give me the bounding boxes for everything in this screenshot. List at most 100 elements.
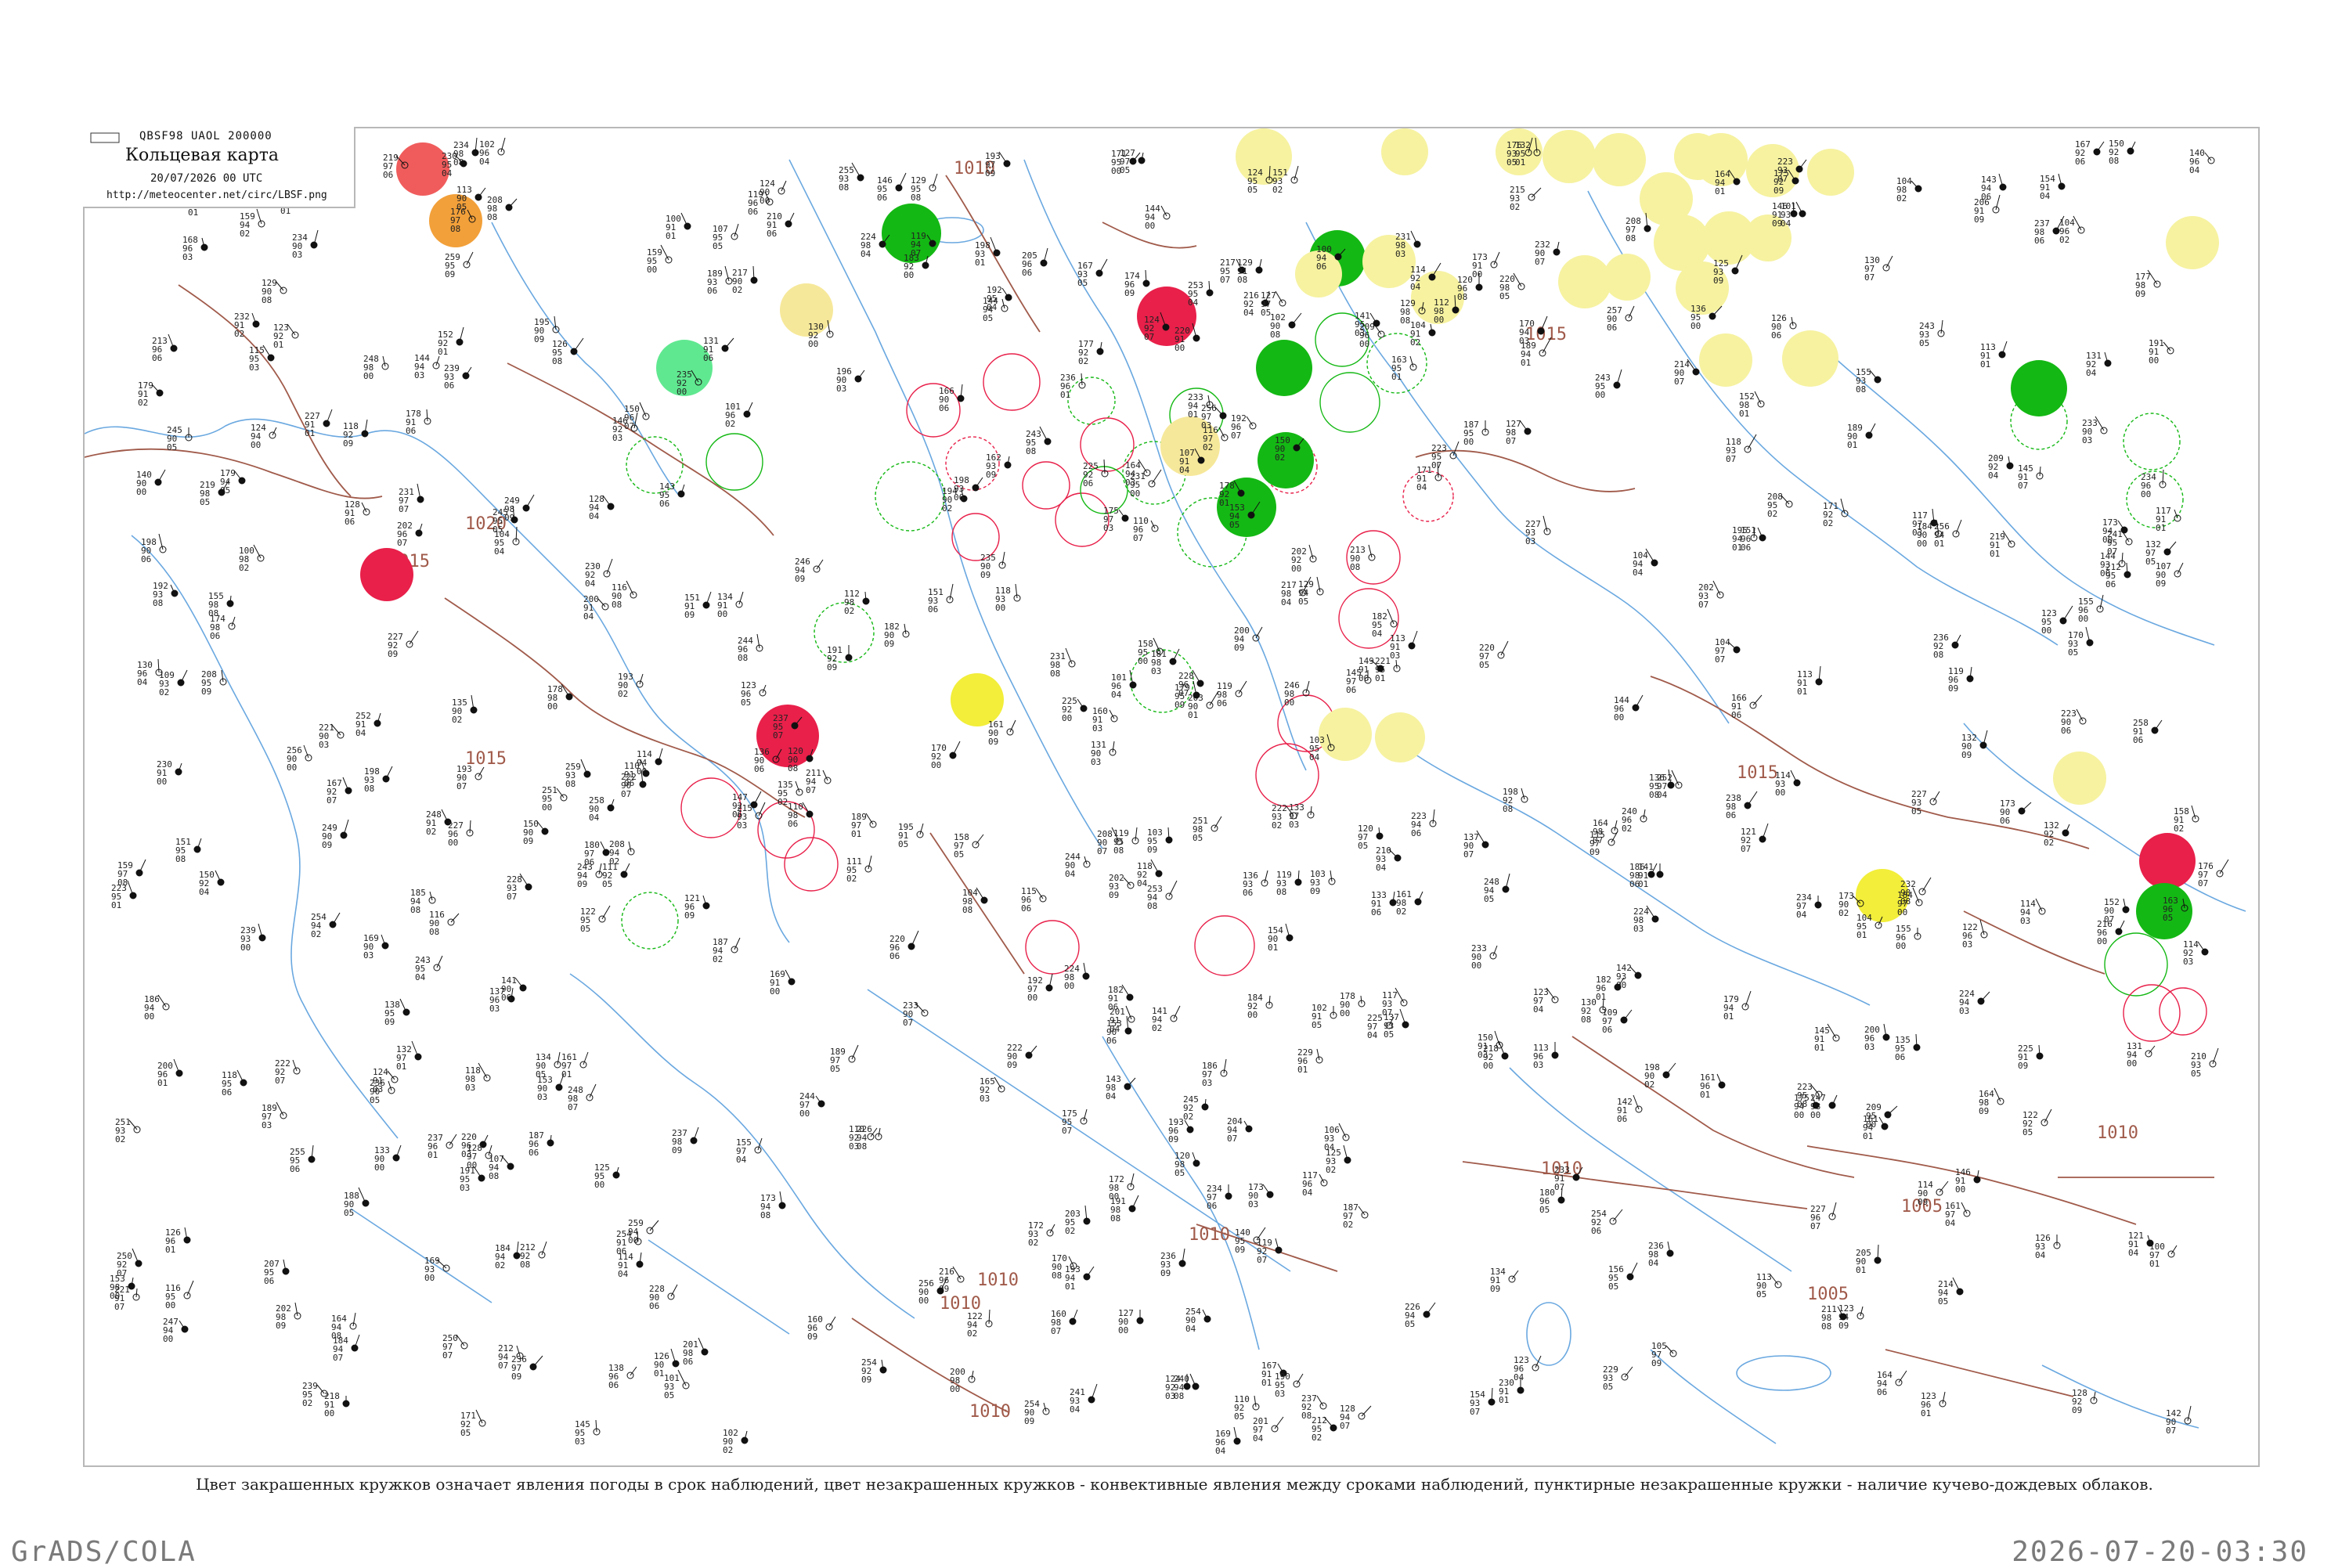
svg-text:04: 04 [1070, 1404, 1081, 1415]
svg-text:00: 00 [136, 487, 146, 497]
svg-text:00: 00 [1775, 788, 1785, 798]
svg-text:06: 06 [683, 1357, 693, 1367]
svg-text:04: 04 [1185, 1324, 1196, 1334]
svg-text:03: 03 [1519, 336, 1529, 346]
station-plot: 1679206 [2075, 139, 2105, 167]
svg-text:08: 08 [1503, 804, 1513, 814]
svg-text:09: 09 [388, 649, 398, 659]
svg-text:05: 05 [460, 1428, 471, 1438]
station-plot: 1779809 [2135, 269, 2161, 299]
station-plot: 1989002 [1644, 1062, 1676, 1090]
svg-text:00: 00 [110, 1291, 120, 1301]
station-plot: 2239406 [1411, 809, 1437, 838]
station-plot: 2139606 [152, 333, 178, 363]
station-plot: 2239507 [1431, 441, 1460, 470]
svg-text:02: 02 [725, 419, 735, 429]
svg-text:09: 09 [1589, 847, 1600, 857]
station-plot: 2459202 [1183, 1094, 1209, 1122]
svg-text:00: 00 [374, 1162, 384, 1173]
svg-text:00: 00 [594, 1180, 604, 1190]
station-plot: 1739100 [1472, 251, 1500, 279]
svg-text:08: 08 [1457, 292, 1467, 302]
svg-text:03: 03 [980, 1094, 990, 1104]
station-plot: 1619802 [1396, 889, 1423, 917]
station-plot: 1729302 [1028, 1220, 1055, 1248]
station-plot: 1009802 [239, 544, 265, 573]
station-plot: 1759507 [1062, 1108, 1088, 1136]
station-plot: 1909503 [1275, 1372, 1304, 1399]
svg-text:03: 03 [363, 950, 373, 961]
svg-text:01: 01 [428, 1150, 438, 1160]
isobar-label: 1010 [1189, 1225, 1230, 1245]
svg-text:00: 00 [424, 1273, 435, 1283]
station-plot: 2279209 [388, 630, 419, 659]
svg-text:07: 07 [1535, 257, 1545, 267]
svg-text:04: 04 [1367, 1030, 1378, 1040]
svg-text:08: 08 [410, 905, 420, 915]
svg-text:00: 00 [950, 1384, 960, 1394]
render-timestamp: 2026-07-20-03:30 [2012, 1536, 2308, 1568]
svg-text:04: 04 [736, 1155, 747, 1165]
svg-text:00: 00 [1614, 712, 1624, 723]
station-plot: 1939401 [1065, 1264, 1095, 1292]
station-plot: 2419304 [1070, 1383, 1098, 1415]
station-plot: 1739408 [760, 1191, 786, 1220]
svg-text:00: 00 [1118, 1325, 1128, 1336]
svg-text:05: 05 [370, 1095, 380, 1105]
station-plot: 1619601 [1700, 1072, 1726, 1100]
map-url[interactable]: http://meteocenter.net/circ/LBSF.png [106, 189, 327, 201]
svg-text:05: 05 [2022, 1127, 2033, 1137]
svg-text:01: 01 [1980, 359, 1990, 369]
svg-text:00: 00 [1291, 564, 1301, 574]
svg-text:06: 06 [1346, 685, 1356, 695]
svg-text:07: 07 [1593, 835, 1603, 845]
station-plot: 2529104 [355, 711, 381, 738]
svg-text:09: 09 [445, 269, 455, 279]
svg-text:08: 08 [1581, 1015, 1591, 1025]
svg-text:03: 03 [1478, 1050, 1488, 1060]
station-plot: 1099706 [1602, 1007, 1633, 1035]
svg-text:05: 05 [713, 241, 723, 251]
station-plot: 1289209 [2072, 1388, 2098, 1415]
svg-text:05: 05 [2191, 1069, 2201, 1079]
station-plot: 1429007 [2166, 1405, 2192, 1436]
svg-text:09: 09 [1979, 1106, 1989, 1116]
station-plot: 1469100 [1955, 1167, 1981, 1195]
station-plot: 2399300 [240, 923, 266, 953]
svg-text:03: 03 [489, 1004, 500, 1014]
fog-marker [951, 673, 1004, 726]
station-plot: 2449004 [1065, 852, 1091, 879]
svg-text:04: 04 [1376, 863, 1387, 873]
svg-text:08: 08 [1113, 845, 1124, 856]
station-plot: 1549104 [2040, 173, 2066, 201]
svg-text:07: 07 [507, 892, 517, 902]
svg-text:02: 02 [967, 1328, 977, 1339]
station-plot: 2279305 [1911, 789, 1940, 816]
svg-text:02: 02 [426, 827, 436, 837]
svg-text:08: 08 [1797, 1099, 1807, 1109]
svg-text:06: 06 [889, 951, 900, 961]
svg-text:00: 00 [2078, 614, 2088, 624]
svg-text:07: 07 [1726, 454, 1736, 464]
station-plot: 1269508 [552, 337, 584, 366]
station-plot: 2519302 [115, 1117, 141, 1144]
station-plot: 1709305 [2068, 626, 2094, 658]
station-plot: 2439305 [1919, 319, 1945, 348]
station-plot: 2489405 [1484, 873, 1510, 904]
station-plot: 1459503 [575, 1419, 601, 1447]
svg-text:03: 03 [1355, 328, 1365, 338]
station-plot: 1929607 [1231, 413, 1257, 441]
station-plot: 2129208 [520, 1241, 547, 1270]
svg-text:09: 09 [980, 570, 990, 580]
svg-text:03: 03 [1202, 1078, 1212, 1088]
svg-text:06: 06 [1083, 478, 1093, 488]
svg-text:08: 08 [1026, 446, 1036, 456]
station-plot: 1319400 [2127, 1041, 2156, 1069]
svg-text:05: 05 [1911, 806, 1921, 816]
svg-text:03: 03 [460, 1183, 470, 1193]
station-plot: 2019704 [1253, 1416, 1284, 1444]
station-plot: 1649809 [1979, 1087, 2004, 1116]
svg-text:04: 04 [1796, 910, 1807, 920]
svg-text:06: 06 [529, 1148, 539, 1158]
svg-text:01: 01 [157, 1078, 168, 1088]
